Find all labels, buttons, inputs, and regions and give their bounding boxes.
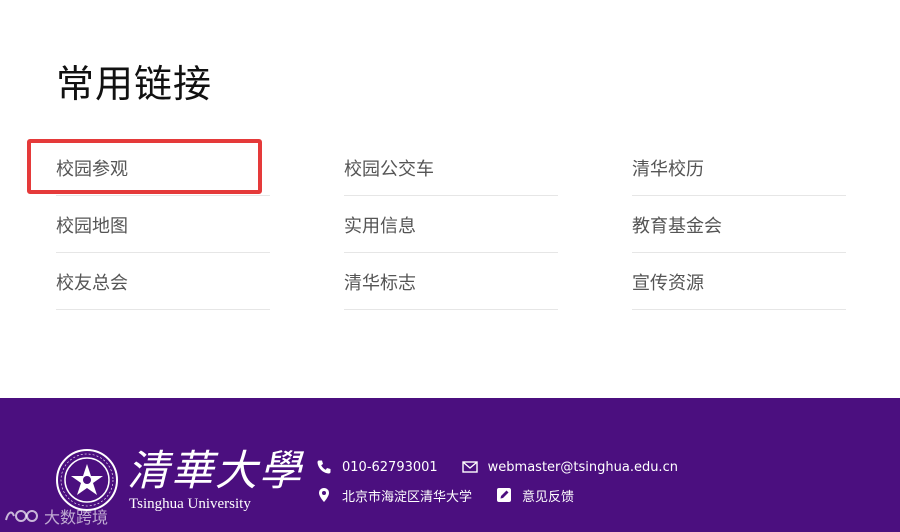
link-label: 宣传资源 [632,272,704,294]
email-item: webmaster@tsinghua.edu.cn [461,459,678,475]
link-publicity-resources[interactable]: 宣传资源 [632,254,846,310]
link-label: 清华校历 [632,158,704,180]
edit-icon [497,488,512,502]
watermark-logo-icon [5,510,38,522]
link-campus-map[interactable]: 校园地图 [56,197,270,253]
contact-info: 010-62793001 webmaster@tsinghua.edu.cn 北… [316,456,876,516]
link-calendar[interactable]: 清华校历 [632,140,846,196]
link-alumni[interactable]: 校友总会 [56,254,270,310]
feedback-item: 意见反馈 [496,486,574,505]
link-label: 校园地图 [56,215,128,237]
link-campus-visit[interactable]: 校园参观 [56,140,270,196]
logo-wordmark: 清華大學 Tsinghua University [127,448,301,516]
watermark: 大数跨境 [4,504,108,528]
logo-chinese-name: 清華大學 [127,446,304,495]
link-campus-bus[interactable]: 校园公交车 [344,140,558,196]
mail-icon [461,461,478,473]
link-label: 校园公交车 [344,158,434,180]
common-links-section: 常用链接 校园参观 校园公交车 清华校历 校园地图 实用信息 教育基金会 校友总… [0,0,900,398]
feedback-link[interactable]: 意见反馈 [522,486,574,505]
link-label: 实用信息 [344,215,416,237]
link-label: 教育基金会 [632,215,722,237]
link-label: 清华标志 [344,272,416,294]
link-logo[interactable]: 清华标志 [344,254,558,310]
phone-item: 010-62793001 [316,459,438,475]
phone-icon [317,460,331,474]
link-label: 校友总会 [56,272,128,294]
logo-english-name: Tsinghua University [129,496,251,512]
address-text: 北京市海淀区清华大学 [342,489,473,505]
contact-row-2: 北京市海淀区清华大学 意见反馈 [316,484,598,506]
link-education-foundation[interactable]: 教育基金会 [632,197,846,253]
phone-number: 010-62793001 [342,459,438,475]
link-useful-info[interactable]: 实用信息 [344,197,558,253]
address-item: 北京市海淀区清华大学 [316,486,472,505]
contact-row-1: 010-62793001 webmaster@tsinghua.edu.cn [316,456,702,478]
site-footer: 清華大學 Tsinghua University 010-62793001 we… [0,398,900,532]
link-label: 校园参观 [56,158,128,180]
location-pin-icon [319,488,329,502]
university-seal-icon [56,449,118,511]
section-title: 常用链接 [56,62,213,106]
email-link[interactable]: webmaster@tsinghua.edu.cn [488,460,678,475]
watermark-text: 大数跨境 [44,508,109,527]
